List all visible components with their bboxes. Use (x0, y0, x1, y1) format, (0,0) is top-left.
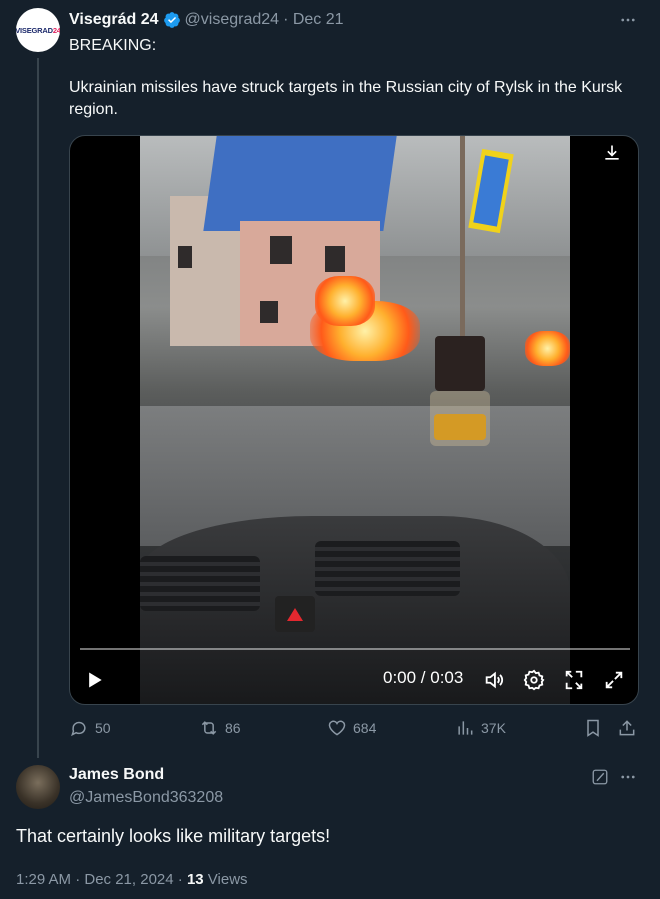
reply-count: 50 (95, 720, 111, 736)
tweet-header: Visegrád 24 @visegrad24 · Dec 21 (69, 9, 344, 31)
thread-connector-line (37, 58, 39, 758)
share-icon (619, 720, 635, 736)
heart-icon (328, 720, 346, 736)
analytics-icon (458, 721, 473, 735)
views-button[interactable]: 37K (455, 718, 506, 738)
like-count: 684 (353, 720, 377, 736)
visegrad24-logo: VISEGRAD24 (16, 25, 60, 35)
edit-grok-icon[interactable] (590, 767, 610, 787)
download-icon[interactable] (598, 140, 626, 166)
share-button[interactable] (617, 718, 643, 738)
tweet-date[interactable]: · Dec 21 (283, 11, 343, 29)
reply-more-options-icon[interactable] (618, 767, 638, 787)
author-name[interactable]: Visegrád 24 (69, 11, 159, 29)
tweet-actions: 50 86 684 37K (69, 718, 639, 742)
volume-icon[interactable] (480, 667, 508, 693)
reply-timestamp[interactable]: 1:29 AM · Dec 21, 2024 · (16, 871, 187, 888)
more-options-icon[interactable] (618, 10, 638, 30)
repost-button[interactable]: 86 (199, 718, 241, 738)
verified-badge-icon[interactable] (163, 11, 181, 29)
james-bond-avatar[interactable] (16, 765, 60, 809)
tweet-text-body: Ukrainian missiles have struck targets i… (69, 79, 623, 118)
reply-metadata: 1:29 AM · Dec 21, 2024 · 13 Views (16, 871, 248, 888)
reply-icon (71, 721, 86, 737)
picture-in-picture-icon[interactable] (560, 667, 588, 693)
bookmark-icon (587, 719, 599, 737)
reply-views-label: Views (203, 871, 248, 888)
video-progress-bar[interactable] (80, 648, 630, 650)
fullscreen-icon[interactable] (600, 667, 628, 693)
reply-author-handle[interactable]: @JamesBond363208 (69, 789, 223, 807)
tweet-text-heading: BREAKING: (69, 37, 157, 54)
visegrad24-avatar[interactable]: VISEGRAD24 (16, 8, 60, 52)
reply-author-name[interactable]: James Bond (69, 766, 164, 784)
video-time: 0:00 / 0:03 (383, 668, 464, 687)
bookmark-button[interactable] (583, 718, 609, 738)
reply-text: That certainly looks like military targe… (16, 826, 331, 846)
video-frame (140, 136, 570, 704)
reply-views-count: 13 (186, 871, 204, 888)
repost-icon (201, 721, 217, 735)
repost-count: 86 (225, 720, 241, 736)
views-count: 37K (481, 720, 506, 736)
video-player[interactable]: 0:00 / 0:03 (69, 135, 639, 705)
like-button[interactable]: 684 (327, 718, 376, 738)
author-handle[interactable]: @visegrad24 (185, 11, 280, 29)
play-icon[interactable] (80, 666, 110, 694)
settings-gear-icon[interactable] (520, 667, 548, 693)
reply-button[interactable]: 50 (69, 718, 111, 738)
